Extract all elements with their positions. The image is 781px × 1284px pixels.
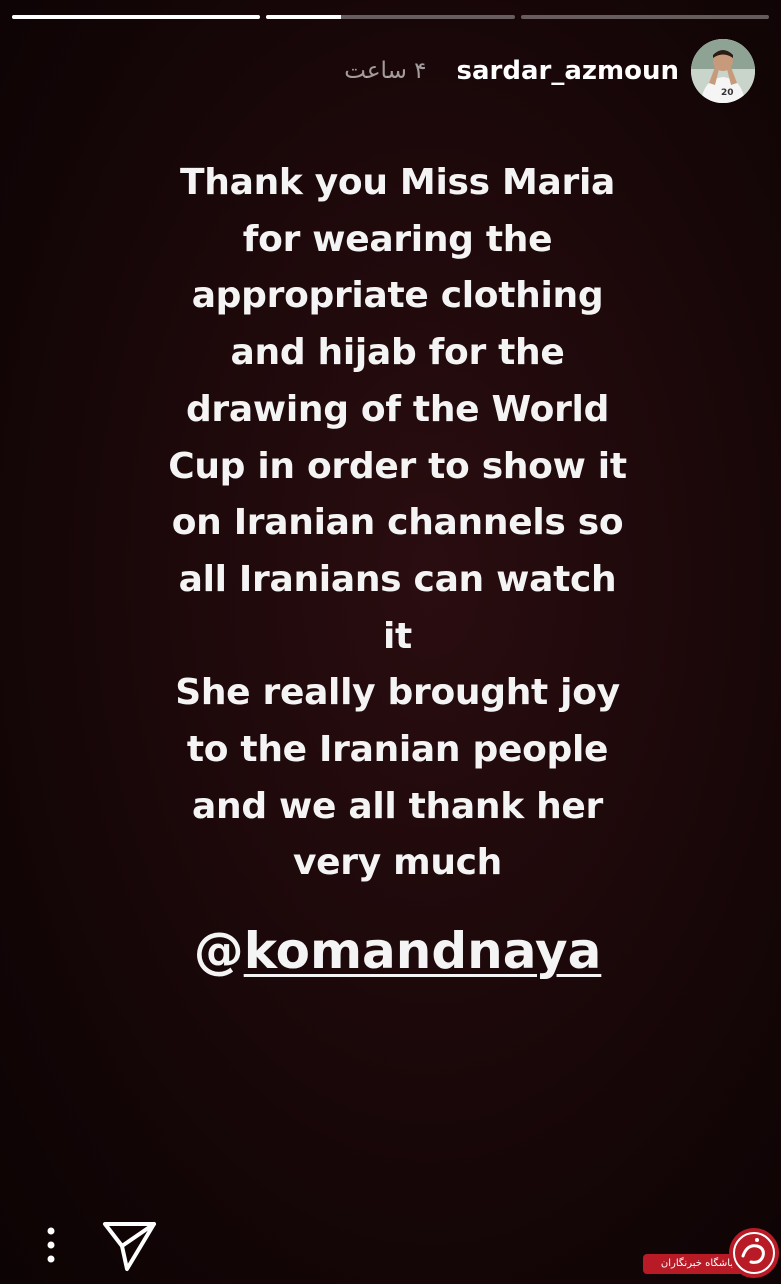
story-header: ۴ ساعت sardar_azmoun 20 (344, 38, 755, 104)
mention-handle[interactable]: komandnaya (244, 922, 602, 980)
story-progress-bar (12, 15, 769, 19)
svg-text:20: 20 (721, 88, 734, 98)
story-segment-2 (266, 15, 515, 19)
story-segment-fill (12, 15, 261, 19)
story-segment-fill (266, 15, 341, 19)
story-segment-1 (12, 15, 261, 19)
post-time: ۴ ساعت (344, 58, 427, 84)
watermark: باشگاه خبرنگاران (641, 1224, 781, 1280)
story-segment-3 (520, 15, 769, 19)
more-options-icon[interactable] (36, 1222, 66, 1268)
watermark-logo-icon (727, 1226, 781, 1280)
mention-sticker[interactable]: @komandnaya (60, 922, 735, 980)
username[interactable]: sardar_azmoun (457, 56, 679, 86)
story-caption: Thank you Miss Maria for wearing the app… (168, 162, 627, 884)
send-direct-icon[interactable] (100, 1218, 160, 1274)
mention-at-sign: @ (193, 922, 244, 980)
profile-avatar-icon[interactable]: 20 (691, 39, 755, 103)
